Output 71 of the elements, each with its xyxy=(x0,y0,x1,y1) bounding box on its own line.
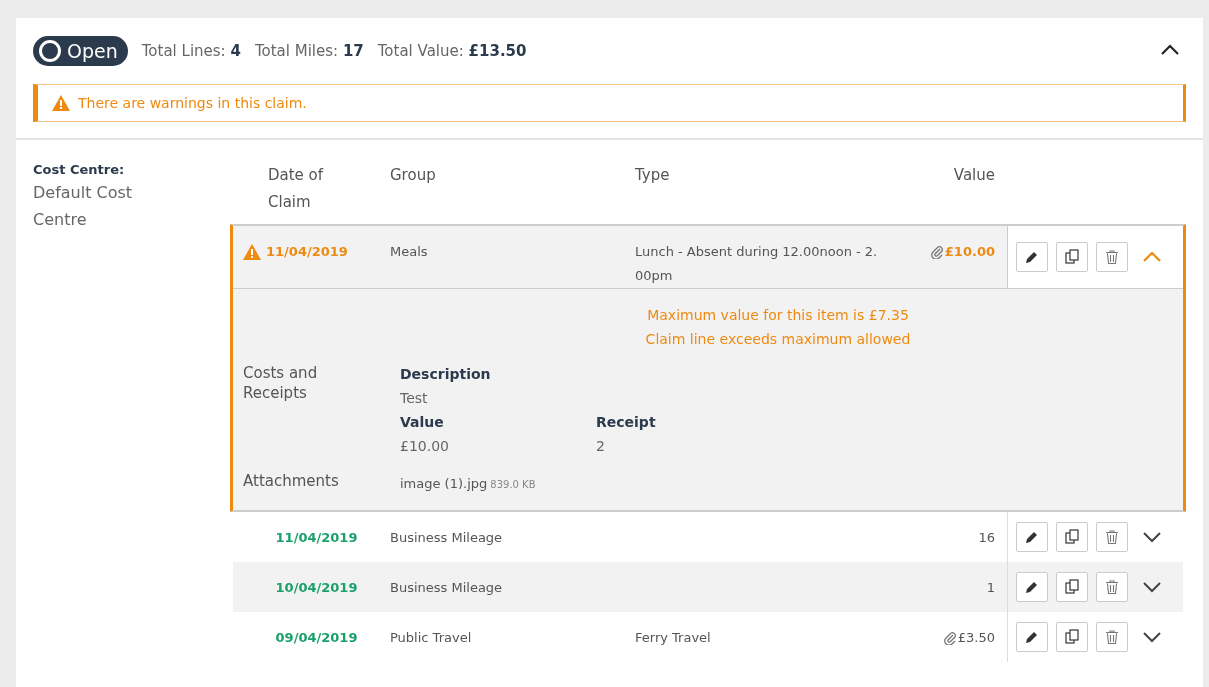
total-summary: Total Miles: 17 xyxy=(254,42,364,60)
edit-button[interactable] xyxy=(1016,242,1048,272)
value-cell-text: 16 xyxy=(978,529,995,547)
value-cell-text: 1 xyxy=(986,579,995,597)
edit-button[interactable] xyxy=(1016,572,1048,602)
paperclip-icon xyxy=(943,631,956,645)
type-cell-text: Ferry Travel xyxy=(635,629,712,647)
claim-date: 11/04/2019 xyxy=(233,226,390,264)
trash-icon xyxy=(1106,580,1118,594)
copy-icon xyxy=(1064,579,1080,595)
claim-date: 10/04/2019 xyxy=(274,579,359,597)
total-summary: Total Lines: 4 xyxy=(141,42,241,60)
group-cell-text: Meals xyxy=(390,243,429,261)
section-label: Attachments xyxy=(243,471,340,492)
warning-message: Maximum value for this item is £7.35 xyxy=(646,306,910,325)
claim-date: 11/04/2019 xyxy=(274,529,359,547)
value-cell: £10.00 xyxy=(930,240,995,264)
copy-button[interactable] xyxy=(1056,522,1088,552)
chevron-up-icon xyxy=(1160,43,1180,56)
edit-button[interactable] xyxy=(1016,522,1048,552)
claim-date: 09/04/2019 xyxy=(274,629,359,647)
column-header: Type xyxy=(635,165,671,186)
copy-icon xyxy=(1064,629,1080,645)
trash-icon xyxy=(1106,250,1118,264)
field-value: Test xyxy=(400,389,429,408)
column-header: Group xyxy=(390,165,437,186)
pencil-icon xyxy=(1025,530,1039,544)
group-cell-text: Business Mileage xyxy=(390,579,504,597)
pencil-icon xyxy=(1025,580,1039,594)
delete-button[interactable] xyxy=(1096,242,1128,272)
copy-button[interactable] xyxy=(1056,572,1088,602)
group-cell-text: Business Mileage xyxy=(390,529,504,547)
chevron-down-icon xyxy=(1142,631,1162,643)
delete-button[interactable] xyxy=(1096,572,1128,602)
copy-icon xyxy=(1064,249,1080,265)
warning-icon xyxy=(243,244,261,260)
copy-icon xyxy=(1064,529,1080,545)
field-label: Receipt xyxy=(596,413,657,432)
trash-icon xyxy=(1106,530,1118,544)
copy-button[interactable] xyxy=(1056,622,1088,652)
value-cell: £3.50 xyxy=(943,626,995,650)
circle-icon xyxy=(39,40,61,62)
group-cell-text: Public Travel xyxy=(390,629,473,647)
warning-icon xyxy=(52,95,70,111)
field-label: Value xyxy=(400,413,445,432)
cost-centre-value: Default Cost Centre xyxy=(33,182,134,231)
warning-message: Claim line exceeds maximum allowed xyxy=(644,330,912,349)
copy-button[interactable] xyxy=(1056,242,1088,272)
warning-text: There are warnings in this claim. xyxy=(78,95,307,111)
cost-centre-label: Cost Centre: xyxy=(33,162,126,177)
file-link[interactable]: image (1).jpg xyxy=(400,476,488,491)
pencil-icon xyxy=(1025,630,1039,644)
field-value: £10.00 xyxy=(400,437,450,456)
column-header: Value xyxy=(952,165,995,186)
total-summary: Total Value: £13.50 xyxy=(377,42,527,60)
field-value: 2 xyxy=(596,437,606,456)
column-header: Date of Claim xyxy=(267,165,325,213)
delete-button[interactable] xyxy=(1096,522,1128,552)
edit-button[interactable] xyxy=(1016,622,1048,652)
section-label: Costs and Receipts xyxy=(243,363,319,404)
trash-icon xyxy=(1106,630,1118,644)
chevron-up-icon xyxy=(1142,251,1162,263)
pencil-icon xyxy=(1025,250,1039,264)
file-size: 839.0 KB xyxy=(490,479,536,490)
chevron-down-icon xyxy=(1142,581,1162,593)
delete-button[interactable] xyxy=(1096,622,1128,652)
field-label: Description xyxy=(400,365,492,384)
paperclip-icon xyxy=(930,245,943,259)
status-label: Open xyxy=(67,40,118,62)
chevron-down-icon xyxy=(1142,531,1162,543)
type-cell-text: Lunch - Absent during 12.00noon - 2.00pm xyxy=(635,243,879,285)
